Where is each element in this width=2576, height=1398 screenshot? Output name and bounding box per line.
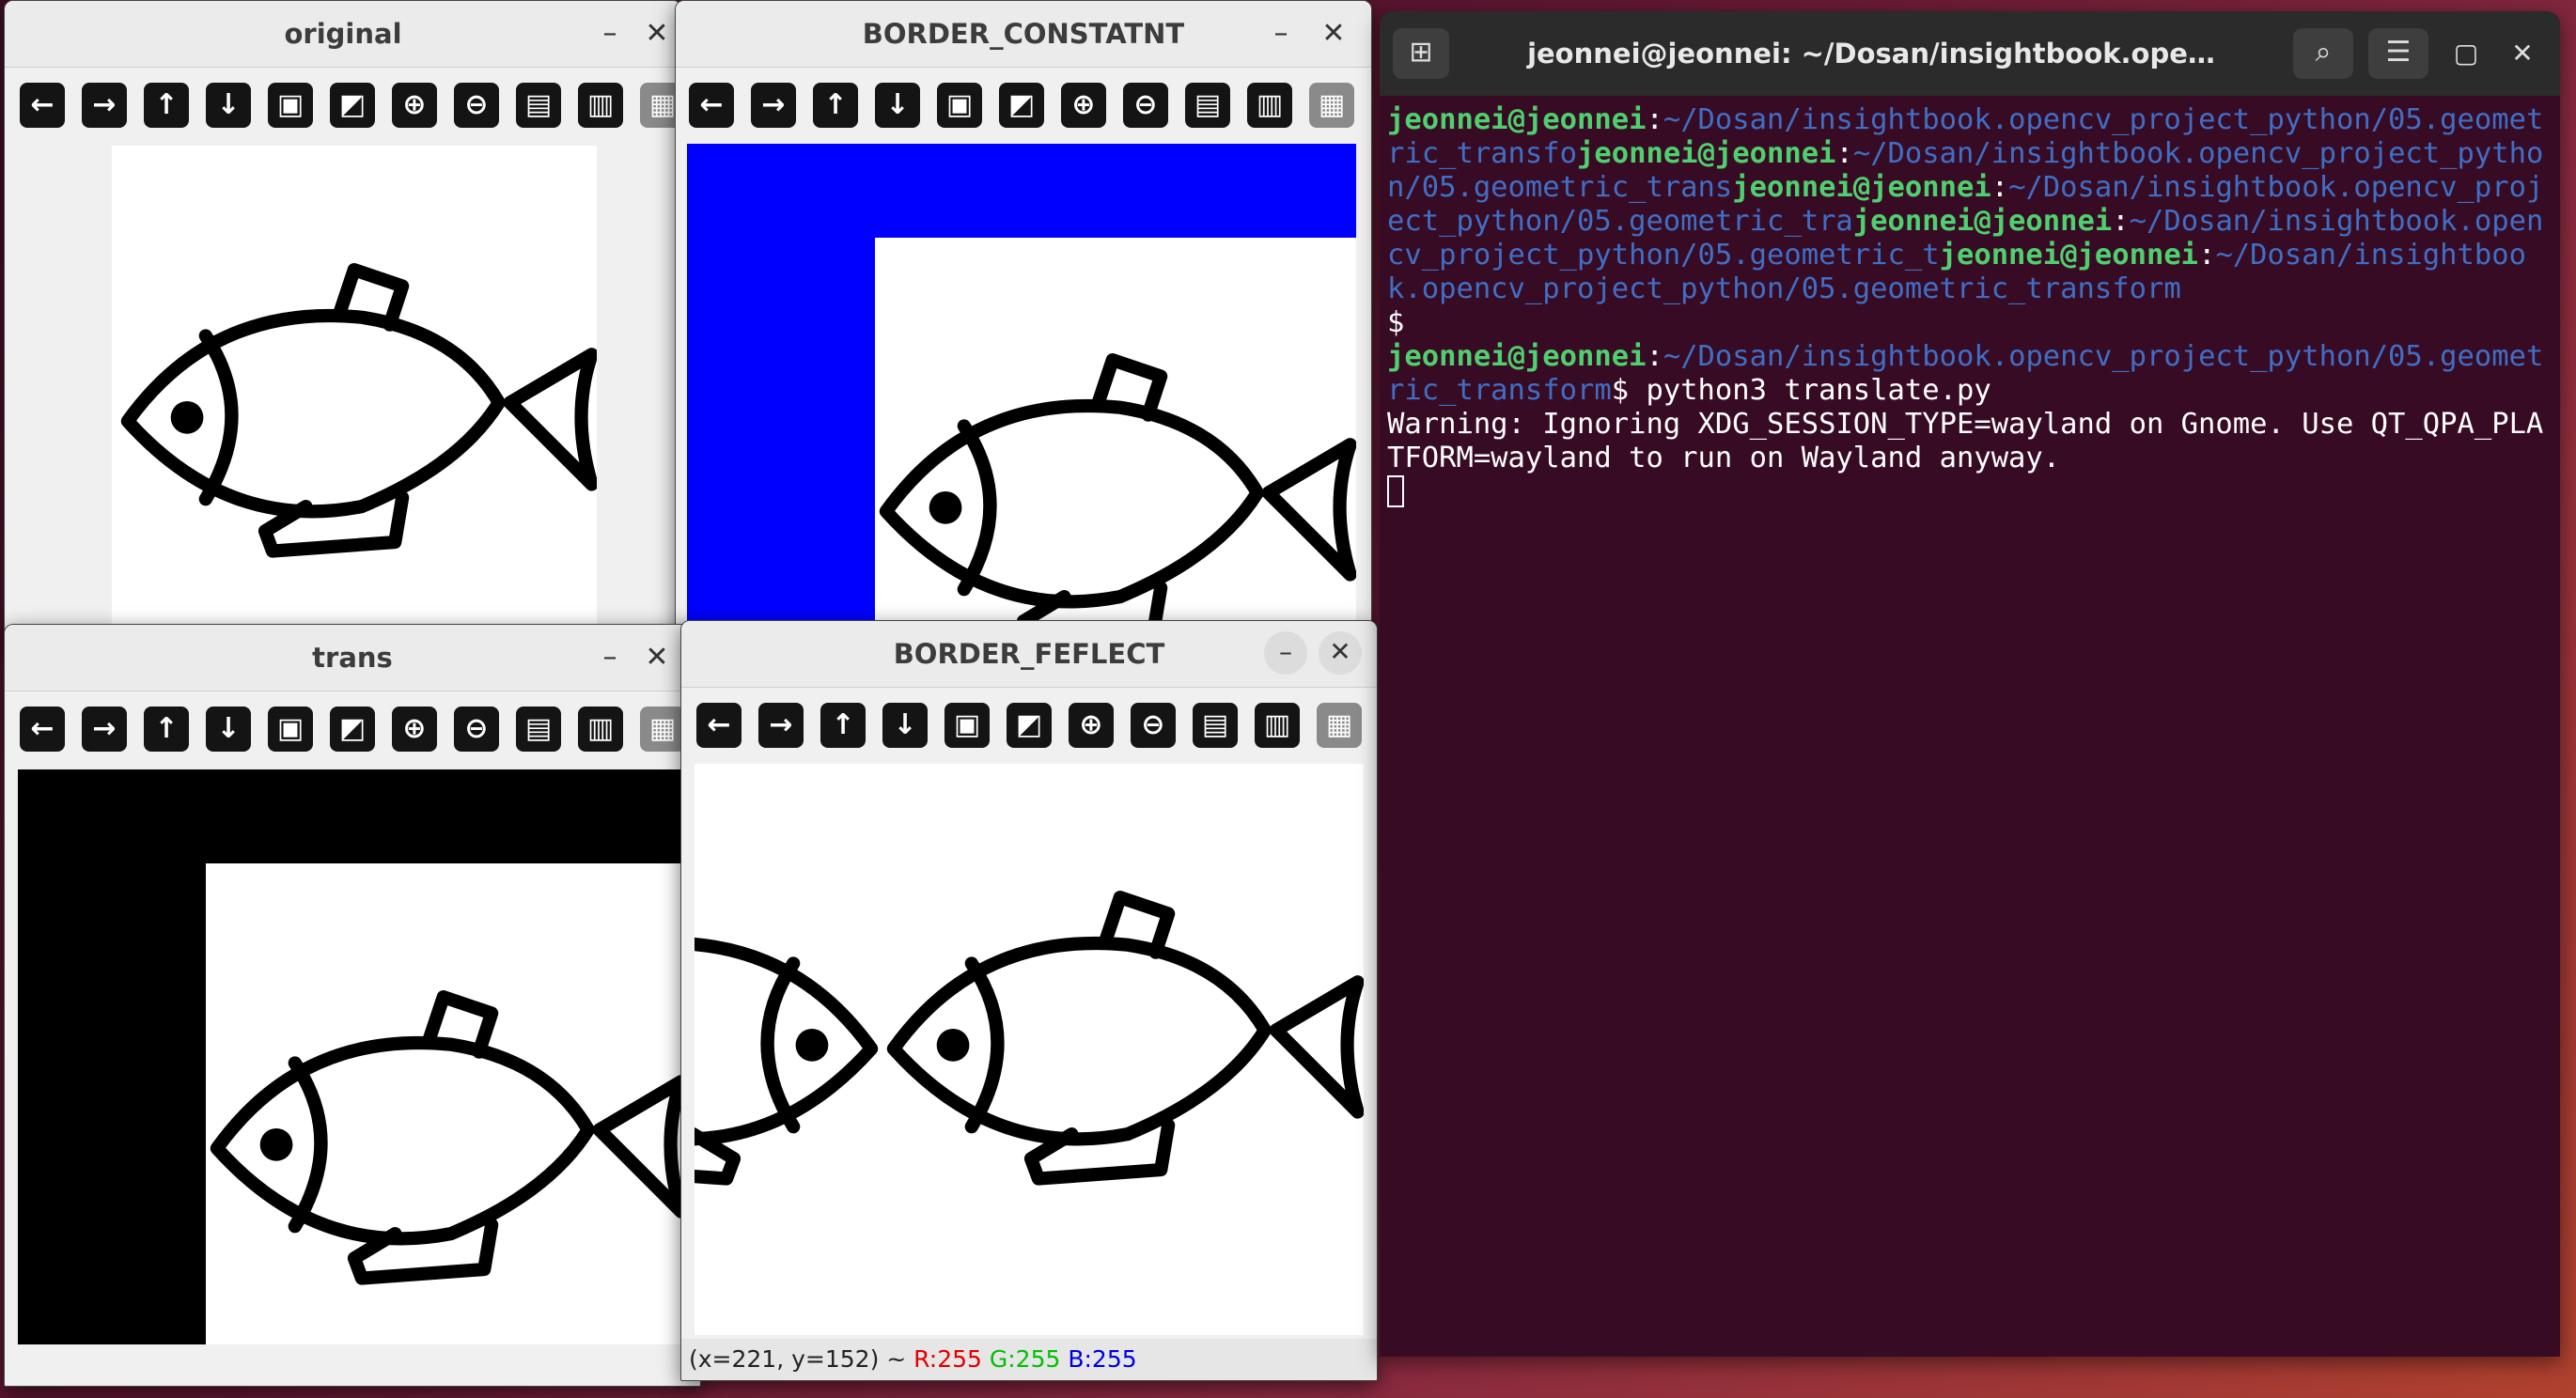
arrow-up-icon[interactable]: ↑ bbox=[813, 83, 858, 128]
arrow-up-icon[interactable]: ↑ bbox=[820, 703, 866, 748]
image-canvas[interactable] bbox=[695, 764, 1364, 1335]
arrow-up-icon[interactable]: ↑ bbox=[144, 83, 189, 128]
image-edit-icon[interactable]: ◩ bbox=[1007, 703, 1052, 748]
minimize-button[interactable]: – bbox=[585, 1, 634, 67]
prompt-colon: : bbox=[2112, 205, 2130, 238]
image-canvas[interactable] bbox=[18, 769, 687, 1344]
close-icon[interactable]: ✕ bbox=[2494, 11, 2551, 96]
save-icon[interactable]: ▤ bbox=[1185, 83, 1230, 128]
terminal-output[interactable]: jeonnei@jeonnei:~/Dosan/insightbook.open… bbox=[1387, 103, 2553, 509]
border-reflect-titlebar[interactable]: BORDER_FEFLECT – ✕ bbox=[681, 621, 1377, 688]
clipboard-icon[interactable]: ▥ bbox=[578, 83, 623, 128]
border-constant-window: BORDER_CONSTATNT – ✕ ← → ↑ ↓ ▣ ◩ ⊕ ⊖ ▤ ▥… bbox=[675, 0, 1372, 650]
image-canvas[interactable] bbox=[112, 146, 597, 634]
command: $ python3 translate.py bbox=[1611, 374, 1991, 407]
arrow-right-icon[interactable]: → bbox=[82, 83, 127, 128]
zoom-out-icon[interactable]: ⊖ bbox=[1131, 703, 1176, 748]
arrow-left-icon[interactable]: ← bbox=[696, 703, 742, 748]
image-edit-icon[interactable]: ◩ bbox=[999, 83, 1044, 128]
image-icon[interactable]: ▣ bbox=[937, 83, 982, 128]
prompt-user: jeonnei@jeonnei bbox=[1852, 205, 2113, 238]
original-titlebar[interactable]: original – ✕ bbox=[5, 1, 681, 68]
prompt-user: jeonnei@jeonnei bbox=[1939, 239, 2199, 272]
zoom-out-icon[interactable]: ⊖ bbox=[454, 707, 499, 752]
arrow-right-icon[interactable]: → bbox=[751, 83, 796, 128]
text-cursor bbox=[1387, 475, 1404, 507]
clipboard-icon[interactable]: ▥ bbox=[1247, 83, 1292, 128]
zoom-in-icon[interactable]: ⊕ bbox=[392, 707, 437, 752]
minimize-button[interactable]: – bbox=[1264, 631, 1307, 675]
toolbar: ← → ↑ ↓ ▣ ◩ ⊕ ⊖ ▤ ▥ ▦ bbox=[681, 688, 1377, 765]
pixel-green-value: G:255 bbox=[989, 1345, 1061, 1373]
minimize-button[interactable]: – bbox=[585, 625, 634, 691]
arrow-left-icon[interactable]: ← bbox=[689, 83, 734, 128]
original-window: original – ✕ ← → ↑ ↓ ▣ ◩ ⊕ ⊖ ▤ ▥ ▦ bbox=[4, 0, 682, 650]
zoom-in-icon[interactable]: ⊕ bbox=[392, 83, 437, 128]
prompt-user: jeonnei@jeonnei bbox=[1387, 340, 1647, 373]
settings-icon[interactable]: ▦ bbox=[1317, 703, 1362, 748]
minimize-button[interactable]: – bbox=[1257, 1, 1305, 67]
warning-text: Warning: Ignoring XDG_SESSION_TYPE=wayla… bbox=[1387, 408, 2544, 474]
status-bar: (x=221, y=152) ~ R:255 G:255 B:255 bbox=[681, 1339, 1377, 1380]
zoom-in-icon[interactable]: ⊕ bbox=[1069, 703, 1114, 748]
image-content bbox=[875, 238, 1356, 649]
close-button[interactable]: ✕ bbox=[1309, 1, 1358, 67]
terminal-header[interactable]: ⊞ jeonnei@jeonnei: ~/Dosan/insightbook.o… bbox=[1380, 11, 2560, 96]
prompt-colon: : bbox=[1991, 171, 2009, 204]
settings-icon[interactable]: ▦ bbox=[640, 707, 685, 752]
arrow-left-icon[interactable]: ← bbox=[20, 83, 65, 128]
cursor-coords: (x=221, y=152) ~ bbox=[689, 1345, 914, 1373]
prompt-colon: : bbox=[1646, 103, 1663, 136]
close-button[interactable]: ✕ bbox=[632, 625, 681, 691]
pixel-red-value: R:255 bbox=[913, 1345, 982, 1373]
prompt-colon: : bbox=[1835, 137, 1853, 170]
trans-window: trans – ✕ ← → ↑ ↓ ▣ ◩ ⊕ ⊖ ▤ ▥ ▦ bbox=[4, 624, 701, 1387]
image-icon[interactable]: ▣ bbox=[268, 83, 313, 128]
arrow-down-icon[interactable]: ↓ bbox=[882, 703, 928, 748]
border-reflect-window: BORDER_FEFLECT – ✕ ← → ↑ ↓ ▣ ◩ ⊕ ⊖ ▤ ▥ ▦… bbox=[680, 620, 1378, 1381]
toolbar: ← → ↑ ↓ ▣ ◩ ⊕ ⊖ ▤ ▥ ▦ bbox=[5, 691, 700, 769]
toolbar: ← → ↑ ↓ ▣ ◩ ⊕ ⊖ ▤ ▥ ▦ bbox=[676, 68, 1371, 145]
menu-icon[interactable]: ☰ bbox=[2368, 28, 2428, 79]
image-icon[interactable]: ▣ bbox=[268, 707, 313, 752]
arrow-up-icon[interactable]: ↑ bbox=[144, 707, 189, 752]
arrow-right-icon[interactable]: → bbox=[758, 703, 804, 748]
close-button[interactable]: ✕ bbox=[1319, 631, 1362, 675]
toolbar: ← → ↑ ↓ ▣ ◩ ⊕ ⊖ ▤ ▥ ▦ bbox=[5, 68, 681, 145]
zoom-out-icon[interactable]: ⊖ bbox=[1123, 83, 1168, 128]
arrow-down-icon[interactable]: ↓ bbox=[206, 83, 251, 128]
arrow-left-icon[interactable]: ← bbox=[20, 707, 65, 752]
dollar-prompt: $ bbox=[1387, 306, 1405, 339]
terminal-window: ⊞ jeonnei@jeonnei: ~/Dosan/insightbook.o… bbox=[1380, 11, 2560, 1357]
window-title: original bbox=[284, 18, 402, 50]
new-tab-icon[interactable]: ⊞ bbox=[1393, 28, 1449, 79]
save-icon[interactable]: ▤ bbox=[516, 83, 561, 128]
image-icon[interactable]: ▣ bbox=[945, 703, 990, 748]
clipboard-icon[interactable]: ▥ bbox=[578, 707, 623, 752]
prompt-user: jeonnei@jeonnei bbox=[1577, 137, 1836, 170]
prompt-user: jeonnei@jeonnei bbox=[1732, 171, 1991, 204]
clipboard-icon[interactable]: ▥ bbox=[1255, 703, 1300, 748]
border-constant-titlebar[interactable]: BORDER_CONSTATNT – ✕ bbox=[676, 1, 1371, 68]
arrow-down-icon[interactable]: ↓ bbox=[206, 707, 251, 752]
trans-titlebar[interactable]: trans – ✕ bbox=[5, 625, 700, 691]
terminal-title: jeonnei@jeonnei: ~/Dosan/insightbook.ope… bbox=[1527, 38, 2215, 70]
image-content bbox=[206, 863, 687, 1344]
save-icon[interactable]: ▤ bbox=[516, 707, 561, 752]
image-edit-icon[interactable]: ◩ bbox=[330, 707, 375, 752]
image-edit-icon[interactable]: ◩ bbox=[330, 83, 375, 128]
arrow-down-icon[interactable]: ↓ bbox=[875, 83, 920, 128]
settings-icon[interactable]: ▦ bbox=[1309, 83, 1354, 128]
prompt-colon: : bbox=[1646, 340, 1663, 373]
maximize-icon[interactable]: ▢ bbox=[2438, 11, 2494, 96]
save-icon[interactable]: ▤ bbox=[1193, 703, 1238, 748]
zoom-out-icon[interactable]: ⊖ bbox=[454, 83, 499, 128]
search-icon[interactable]: ⌕ bbox=[2293, 28, 2353, 79]
prompt-user: jeonnei@jeonnei bbox=[1387, 103, 1647, 136]
zoom-in-icon[interactable]: ⊕ bbox=[1061, 83, 1106, 128]
pixel-blue-value: B:255 bbox=[1068, 1345, 1137, 1373]
prompt-colon: : bbox=[2198, 239, 2216, 272]
arrow-right-icon[interactable]: → bbox=[82, 707, 127, 752]
image-canvas[interactable] bbox=[687, 144, 1356, 649]
